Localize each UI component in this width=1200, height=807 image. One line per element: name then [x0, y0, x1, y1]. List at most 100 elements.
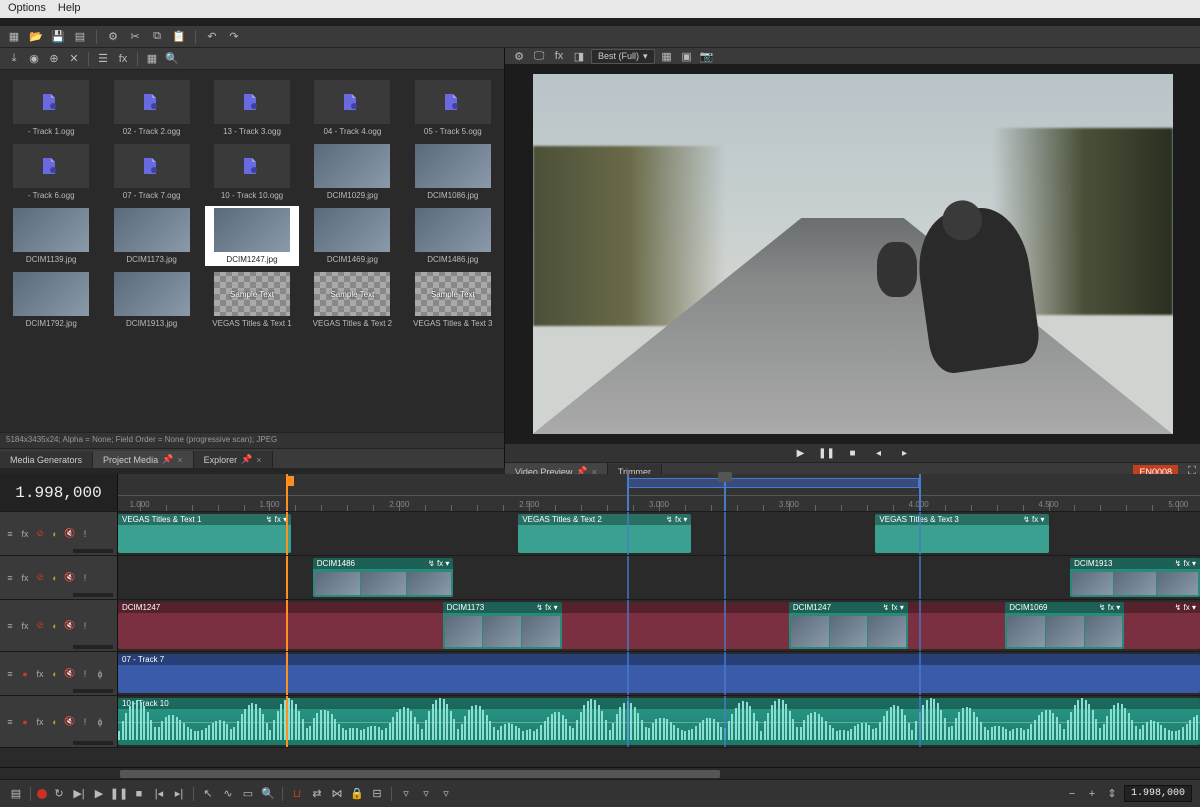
arm-record-icon[interactable]: ●	[19, 716, 31, 728]
lock-envelopes-icon[interactable]: 🔒	[349, 786, 365, 802]
media-item[interactable]: DCIM1486.jpg	[406, 206, 500, 266]
media-item[interactable]: Sample TextVEGAS Titles & Text 3	[406, 270, 500, 330]
media-item[interactable]: DCIM1139.jpg	[4, 206, 98, 266]
mute-icon[interactable]: 🔇	[64, 668, 76, 680]
tab-explorer[interactable]: Explorer 📌 ×	[194, 451, 273, 468]
timeline-clip[interactable]: DCIM1486 ↯ fx ▾	[313, 558, 454, 597]
tab-pin-icon[interactable]: 📌	[162, 454, 173, 465]
get-media-icon[interactable]: ⊕	[46, 51, 62, 67]
selection-edit-icon[interactable]: ▭	[240, 786, 256, 802]
render-icon[interactable]: ▤	[72, 29, 88, 45]
zoom-edit-icon[interactable]: 🔍	[260, 786, 276, 802]
scrollbar-thumb[interactable]	[120, 770, 720, 778]
import-icon[interactable]: ⤓	[6, 51, 22, 67]
solo-icon[interactable]: !	[79, 572, 91, 584]
timeline-clip[interactable]: DCIM1913 ↯ fx ▾	[1070, 558, 1200, 597]
external-monitor-icon[interactable]: 🖵	[531, 48, 547, 64]
snap-icon[interactable]: ⊔	[289, 786, 305, 802]
play-button[interactable]: ▶	[792, 444, 810, 462]
normal-edit-icon[interactable]: ↖	[200, 786, 216, 802]
media-item[interactable]: 07 - Track 7.ogg	[104, 142, 198, 202]
zoom-in-h-icon[interactable]: +	[1084, 786, 1100, 802]
go-start-icon[interactable]: |◂	[151, 786, 167, 802]
mute-icon[interactable]: 🔇	[64, 572, 76, 584]
undo-icon[interactable]: ↶	[204, 29, 220, 45]
marker-tool-icon[interactable]: ▿	[398, 786, 414, 802]
media-item[interactable]: 13 - Track 3.ogg	[205, 78, 299, 138]
media-item[interactable]: DCIM1086.jpg	[406, 142, 500, 202]
zoom-height-icon[interactable]: ⇕	[1104, 786, 1120, 802]
overlays-icon[interactable]: ▦	[659, 48, 675, 64]
mute-icon[interactable]: 🔇	[64, 620, 76, 632]
tab-media-generators[interactable]: Media Generators	[0, 452, 93, 468]
properties-icon[interactable]: ⚙	[105, 29, 121, 45]
loop-play-icon[interactable]: ↻	[51, 786, 67, 802]
solo-icon[interactable]: !	[79, 716, 91, 728]
timeline-clip[interactable]: DCIM1069 ↯ fx ▾	[1005, 602, 1124, 649]
playhead[interactable]	[919, 474, 921, 511]
media-item[interactable]: 10 - Track 10.ogg	[205, 142, 299, 202]
track-content-1[interactable]: VEGAS Titles & Text 1 ↯ fx ▾VEGAS Titles…	[118, 512, 1200, 555]
track-menu-icon[interactable]: ≡	[4, 528, 16, 540]
close-icon[interactable]: ×	[177, 455, 182, 465]
new-project-icon[interactable]: ▦	[6, 29, 22, 45]
automation-icon[interactable]: ◐	[49, 716, 61, 728]
solo-icon[interactable]: !	[79, 528, 91, 540]
track-content-4[interactable]: 07 - Track 7	[118, 652, 1200, 695]
track-content-2[interactable]: DCIM1486 ↯ fx ▾ DCIM1913 ↯ fx ▾	[118, 556, 1200, 599]
loop-region[interactable]	[627, 478, 919, 488]
timecode-display[interactable]: 1.998,000	[0, 474, 118, 511]
timeline-clip[interactable]: DCIM1173 ↯ fx ▾	[443, 602, 562, 649]
timeline-clip[interactable]: VEGAS Titles & Text 3 ↯ fx ▾	[875, 514, 1048, 553]
zoom-out-h-icon[interactable]: −	[1064, 786, 1080, 802]
media-item[interactable]: DCIM1029.jpg	[305, 142, 399, 202]
media-item[interactable]: 05 - Track 5.ogg	[406, 78, 500, 138]
pause-icon[interactable]: ❚❚	[111, 786, 127, 802]
playhead[interactable]	[724, 474, 726, 511]
arm-record-icon[interactable]: ●	[19, 668, 31, 680]
auto-crossfade-icon[interactable]: ⋈	[329, 786, 345, 802]
marker-tool-3-icon[interactable]: ▿	[438, 786, 454, 802]
track-content-5[interactable]: 10 - Track 10	[118, 696, 1200, 747]
timeline-scrollbar[interactable]	[0, 767, 1200, 779]
track-fx-icon[interactable]: fx	[19, 528, 31, 540]
track-header-2[interactable]: ≡ fx ⊘ ◐ 🔇 !	[0, 556, 118, 599]
media-grid[interactable]: - Track 1.ogg02 - Track 2.ogg13 - Track …	[0, 70, 504, 432]
track-fx-icon[interactable]: fx	[34, 716, 46, 728]
media-item[interactable]: DCIM1792.jpg	[4, 270, 98, 330]
media-properties-icon[interactable]: ☰	[95, 51, 111, 67]
media-item[interactable]: 04 - Track 4.ogg	[305, 78, 399, 138]
media-item[interactable]: - Track 1.ogg	[4, 78, 98, 138]
menu-options[interactable]: Options	[8, 2, 46, 16]
paste-icon[interactable]: 📋	[171, 29, 187, 45]
media-item[interactable]: Sample TextVEGAS Titles & Text 1	[205, 270, 299, 330]
redo-icon[interactable]: ↷	[226, 29, 242, 45]
stop-icon[interactable]: ■	[131, 786, 147, 802]
copy-icon[interactable]: ⧉	[149, 29, 165, 45]
tab-pin-icon[interactable]: 📌	[241, 454, 252, 465]
media-item[interactable]: Sample TextVEGAS Titles & Text 2	[305, 270, 399, 330]
step-fwd-button[interactable]: ▸	[896, 444, 914, 462]
media-item[interactable]: DCIM1247.jpg	[205, 206, 299, 266]
preview-quality-dropdown[interactable]: Best (Full) ▾	[591, 49, 655, 64]
close-icon[interactable]: ×	[256, 455, 261, 465]
menu-help[interactable]: Help	[58, 2, 81, 16]
bypass-fx-icon[interactable]: ⊘	[34, 620, 46, 632]
media-item[interactable]: DCIM1913.jpg	[104, 270, 198, 330]
solo-icon[interactable]: !	[79, 668, 91, 680]
preview-settings-icon[interactable]: ⚙	[511, 48, 527, 64]
track-fx-icon[interactable]: fx	[34, 668, 46, 680]
track-menu-icon[interactable]: ≡	[4, 620, 16, 632]
video-fx-icon[interactable]: fx	[551, 48, 567, 64]
track-content-3[interactable]: DCIM1247 ↯ fx ▾DCIM1173 ↯ fx ▾DCIM1247 ↯…	[118, 600, 1200, 651]
audio-clip[interactable]: 07 - Track 7	[118, 654, 1200, 693]
ignore-grouping-icon[interactable]: ⊟	[369, 786, 385, 802]
bypass-fx-icon[interactable]: ⊘	[34, 528, 46, 540]
timeline-clip[interactable]: VEGAS Titles & Text 2 ↯ fx ▾	[518, 514, 691, 553]
timeline-clip[interactable]: DCIM1247 ↯ fx ▾	[789, 602, 908, 649]
solo-icon[interactable]: !	[79, 620, 91, 632]
mute-icon[interactable]: 🔇	[64, 528, 76, 540]
tab-project-media[interactable]: Project Media 📌 ×	[93, 451, 194, 468]
track-header-1[interactable]: ≡ fx ⊘ ◐ 🔇 !	[0, 512, 118, 555]
cursor-timecode[interactable]: 1.998,000	[1124, 785, 1192, 802]
